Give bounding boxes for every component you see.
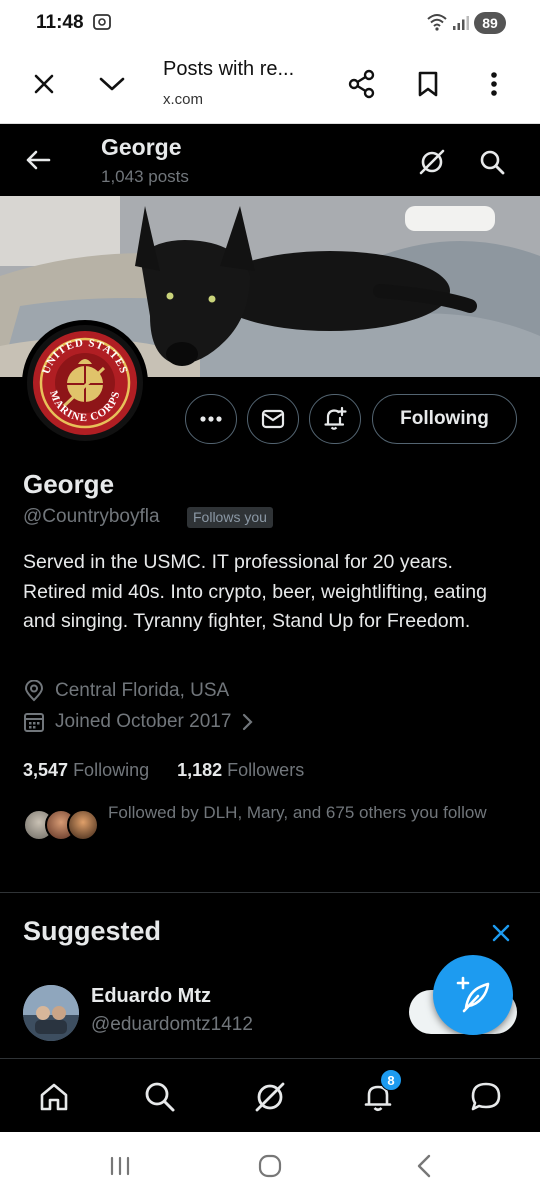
joined-text: Joined October 2017 — [55, 711, 232, 732]
follows-you-badge: Follows you — [187, 507, 273, 528]
profile-joined[interactable]: Joined October 2017 — [23, 711, 253, 733]
search-icon — [145, 1082, 175, 1112]
followers-stat[interactable]: 1,182 Followers — [177, 760, 304, 781]
following-count: 3,547 — [23, 760, 69, 780]
suggested-user-handle: @eduardomtz1412 — [91, 1014, 253, 1035]
recents-icon — [110, 1156, 130, 1176]
share-icon — [348, 69, 375, 99]
bookmark-button[interactable] — [408, 64, 448, 104]
system-home-button[interactable] — [250, 1152, 290, 1180]
notifications-badge: 8 — [380, 1069, 402, 1091]
compose-feather-icon — [456, 976, 490, 1013]
envelope-icon — [261, 409, 285, 429]
system-navigation — [0, 1132, 540, 1200]
search-button[interactable] — [472, 142, 512, 182]
suggested-title: Suggested — [23, 916, 162, 946]
location-pin-icon — [24, 680, 44, 702]
chevron-right-icon — [243, 713, 253, 731]
system-back-button[interactable] — [404, 1152, 444, 1180]
profile-stats: 3,547 Following 1,182 Followers — [23, 760, 304, 781]
home-circle-icon — [258, 1154, 282, 1178]
followed-by-row[interactable]: Followed by DLH, Mary, and 675 others yo… — [23, 802, 488, 841]
compose-post-button[interactable] — [433, 955, 513, 1035]
header-post-count: 1,043 posts — [101, 167, 189, 186]
profile-avatar[interactable]: UNITED STATES MARINE CORPS — [22, 320, 148, 446]
profile-handle: @Countryboyfla — [23, 506, 160, 527]
screenshot-icon — [92, 12, 112, 37]
profile-location: Central Florida, USA — [23, 680, 229, 702]
status-time: 11:48 — [36, 12, 84, 33]
more-options-button[interactable] — [474, 64, 514, 104]
following-button[interactable]: Following — [372, 394, 517, 444]
following-stat[interactable]: 3,547 Following — [23, 760, 149, 781]
home-icon — [40, 1083, 68, 1111]
mini-avatar — [67, 809, 99, 841]
message-button[interactable] — [247, 394, 299, 444]
following-label: Following — [73, 760, 150, 780]
close-tab-button[interactable] — [24, 64, 64, 104]
suggested-user-avatar[interactable] — [23, 985, 79, 1041]
back-button[interactable] — [18, 142, 58, 178]
nav-messages[interactable] — [464, 1075, 508, 1119]
bookmark-icon — [418, 71, 438, 97]
grok-icon — [419, 149, 445, 175]
page-title: Posts with re... — [163, 58, 295, 80]
recents-button[interactable] — [100, 1152, 140, 1180]
browser-toolbar: Posts with re... x.com — [0, 44, 540, 124]
bell-plus-icon — [324, 406, 347, 430]
chat-bubble-icon — [471, 1082, 501, 1111]
close-icon — [492, 924, 510, 942]
more-horizontal-icon — [200, 416, 222, 422]
profile-name: George — [23, 469, 115, 499]
grok-button[interactable] — [412, 142, 452, 182]
close-icon — [34, 74, 54, 94]
suggested-user-name[interactable]: Eduardo Mtz — [91, 985, 211, 1008]
dismiss-suggested-button[interactable] — [488, 920, 514, 946]
location-text: Central Florida, USA — [55, 680, 230, 701]
profile-more-button[interactable] — [185, 394, 237, 444]
suggested-avatar-photo — [23, 985, 79, 1041]
grok-icon — [255, 1082, 285, 1112]
profile-bio: Served in the USMC. IT professional for … — [23, 551, 487, 632]
header-name: George — [101, 134, 182, 160]
wifi-icon — [426, 13, 448, 36]
back-chevron-icon — [417, 1154, 431, 1178]
followed-by-text: Followed by DLH, Mary, and 675 others yo… — [108, 803, 487, 822]
followers-count: 1,182 — [177, 760, 223, 780]
status-bar: 11:48 89 — [0, 0, 540, 44]
followed-by-avatars — [23, 809, 99, 841]
more-vertical-icon — [491, 72, 497, 96]
nav-grok[interactable] — [248, 1075, 292, 1119]
nav-home[interactable] — [32, 1075, 76, 1119]
notifications-button[interactable] — [309, 394, 361, 444]
usmc-emblem-icon: UNITED STATES MARINE CORPS — [27, 325, 143, 441]
battery-indicator: 89 — [474, 12, 506, 34]
minimize-tab-button[interactable] — [92, 64, 132, 104]
nav-notifications[interactable]: 8 — [356, 1069, 402, 1119]
bottom-navigation: 8 — [0, 1058, 540, 1132]
calendar-icon — [24, 713, 44, 732]
arrow-left-icon — [26, 150, 51, 170]
share-button[interactable] — [342, 64, 382, 104]
section-divider — [0, 892, 540, 893]
page-url[interactable]: x.com — [163, 91, 203, 108]
signal-icon — [452, 15, 470, 36]
profile-header: George 1,043 posts — [0, 124, 540, 196]
chevron-down-icon — [99, 77, 125, 91]
followers-label: Followers — [227, 760, 305, 780]
nav-explore[interactable] — [138, 1075, 182, 1119]
search-icon — [480, 150, 505, 175]
